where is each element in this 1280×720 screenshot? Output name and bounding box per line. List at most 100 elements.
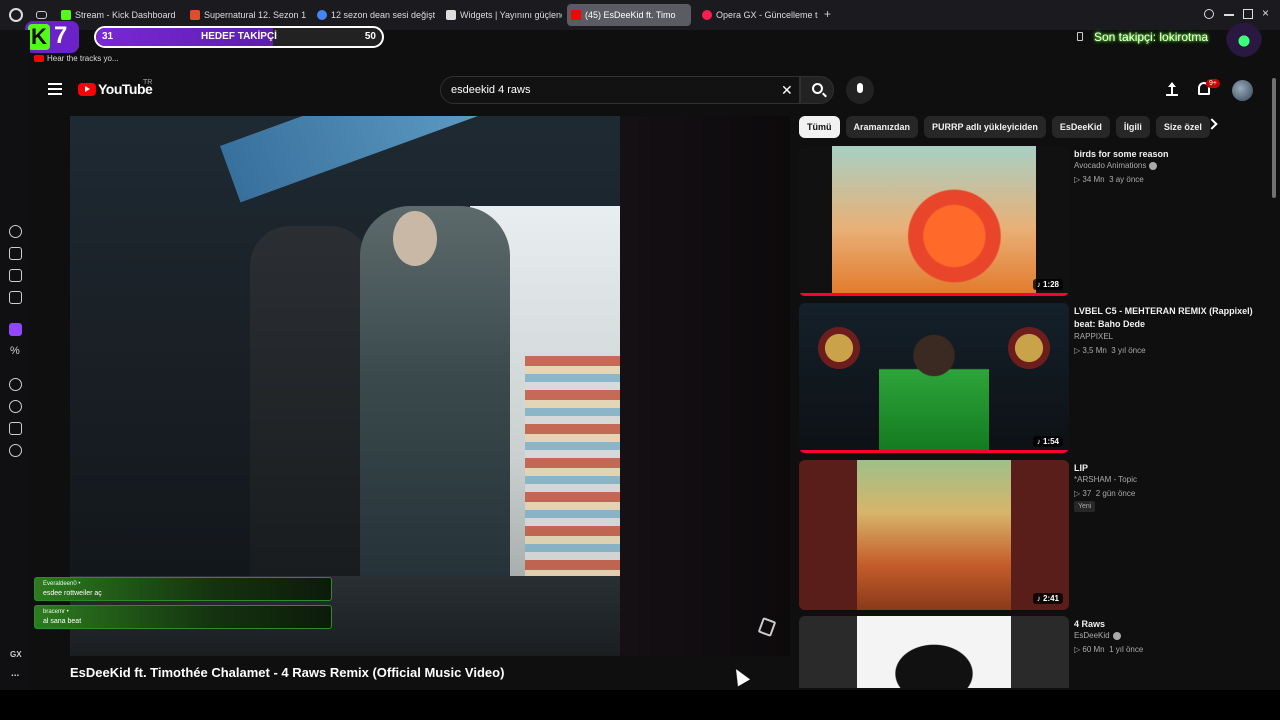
tab-supernatural[interactable]: Supernatural 12. Sezon 1. B xyxy=(186,4,306,26)
extensions-icon[interactable] xyxy=(9,422,22,435)
search-icon xyxy=(812,83,823,94)
search-tabs-icon[interactable] xyxy=(1204,9,1214,19)
messenger-icon[interactable] xyxy=(9,291,22,304)
clear-search-icon[interactable]: ✕ xyxy=(781,83,793,97)
youtube-favicon xyxy=(571,10,581,20)
chip-esdeekid[interactable]: EsDeeKid xyxy=(1051,116,1110,138)
shop-shelves-graphic xyxy=(525,356,620,606)
site-favicon xyxy=(190,10,200,20)
video-duration: ♪ 1:54 xyxy=(1032,436,1063,447)
hear-tracks-notice: Hear the tracks yo... xyxy=(34,54,119,63)
filter-chips: Tümü Aramanızdan PURRP adlı yükleyiciden… xyxy=(799,116,1229,138)
streamer-avatar xyxy=(1226,17,1262,57)
widgets-favicon xyxy=(446,10,456,20)
channel-name[interactable]: Avocado Animations xyxy=(1074,161,1158,170)
youtube-small-icon xyxy=(34,55,44,62)
mouse-cursor-icon xyxy=(729,665,751,687)
voice-search-button[interactable] xyxy=(846,76,874,104)
recommendation-title[interactable]: LVBEL C5 - MEHTERAN REMIX (Rappixel) bea… xyxy=(1074,305,1254,331)
thumbnail-art xyxy=(857,460,1011,610)
goal-max-count: 50 xyxy=(364,31,376,42)
goal-label: HEDEF TAKİPÇİ xyxy=(201,31,277,42)
chat-message: bracemr • al sana beat xyxy=(34,605,332,629)
tab-google-search[interactable]: 12 sezon dean sesi değişti xyxy=(313,4,435,26)
settings-icon[interactable] xyxy=(9,444,22,457)
chip-all[interactable]: Tümü xyxy=(799,116,840,138)
chat-text: esdee rottweiler aç xyxy=(43,590,102,597)
refresh-icon[interactable] xyxy=(9,225,22,238)
player-icon[interactable] xyxy=(9,378,22,391)
more-options-icon[interactable]: ... xyxy=(11,668,19,679)
tab-widgets[interactable]: Widgets | Yayınını güçlend xyxy=(442,4,562,26)
video-title: EsDeeKid ft. Timothée Chalamet - 4 Raws … xyxy=(70,665,505,680)
kick-logo: K 7 xyxy=(25,21,79,53)
percent-icon[interactable]: % xyxy=(10,345,20,357)
last-follower-text: Son takipçi: lokirotma xyxy=(1094,30,1209,44)
video-duration: ♪ 1:28 xyxy=(1032,279,1063,290)
channel-name[interactable]: *ARSHAM - Topic xyxy=(1074,475,1137,484)
video-thumbnail[interactable]: ♪ 2:41 xyxy=(799,460,1069,610)
youtube-logo[interactable]: YouTube xyxy=(78,81,153,97)
new-badge: Yeni xyxy=(1074,501,1096,512)
youtube-play-icon xyxy=(78,82,96,96)
chat-username: Everaldeen0 • xyxy=(43,581,81,587)
close-window-icon[interactable]: × xyxy=(1262,6,1269,20)
watch-progress-bar xyxy=(799,293,1069,296)
google-favicon xyxy=(317,10,327,20)
store-icon[interactable] xyxy=(9,247,22,260)
chip-related[interactable]: İlgili xyxy=(1115,116,1150,138)
recommendation-item[interactable]: ♪ 1:28 birds for some reason Avocado Ani… xyxy=(799,146,1269,296)
tab-opera-update[interactable]: Opera GX - Güncelleme ta xyxy=(698,4,818,26)
video-meta: ▷ 3,5 Mn 3 yıl önce xyxy=(1074,346,1146,355)
verified-icon xyxy=(1149,161,1158,170)
kick-k-icon: K xyxy=(28,24,50,50)
region-code: TR xyxy=(143,79,153,86)
search-button[interactable] xyxy=(800,76,834,104)
scrollbar-thumb[interactable] xyxy=(1272,78,1276,198)
gamepad-icon[interactable] xyxy=(36,11,47,19)
history-icon[interactable] xyxy=(9,400,22,413)
video-meta: ▷ 60 Mn 1 yıl önce xyxy=(1074,645,1144,654)
chip-for-you[interactable]: Size özel xyxy=(1155,116,1210,138)
pin-icon[interactable] xyxy=(1077,32,1083,41)
video-thumbnail[interactable]: ♪ 1:54 xyxy=(799,303,1069,453)
thumbnail-art xyxy=(879,323,989,453)
video-meta: ▷ 37 2 gün önce xyxy=(1074,489,1136,498)
recommendation-title[interactable]: birds for some reason xyxy=(1074,148,1254,161)
video-thumbnail[interactable]: ♪ 1:28 xyxy=(799,146,1069,296)
hamburger-menu-icon[interactable] xyxy=(48,83,62,95)
bottom-strip xyxy=(0,690,1280,720)
recommendation-item[interactable]: ♪ 2:41 LIP *ARSHAM - Topic ▷ 37 2 gün ön… xyxy=(799,460,1269,610)
chat-username: bracemr • xyxy=(43,609,69,615)
layers-icon[interactable] xyxy=(9,269,22,282)
video-player[interactable] xyxy=(70,116,790,656)
recommendation-title[interactable]: LIP xyxy=(1074,462,1254,475)
chip-uploader[interactable]: PURRP adlı yükleyiciden xyxy=(924,116,1046,138)
tab-youtube-active[interactable]: (45) EsDeeKid ft. Timo xyxy=(567,4,691,26)
channel-name[interactable]: EsDeeKid xyxy=(1074,631,1121,640)
browser-sidebar: % GX ... xyxy=(0,30,30,690)
new-tab-button[interactable]: + xyxy=(824,7,831,21)
chat-message: Everaldeen0 • esdee rottweiler aç xyxy=(34,577,332,601)
video-duration: ♪ 2:41 xyxy=(1032,593,1063,604)
account-avatar[interactable] xyxy=(1232,80,1253,101)
search-query[interactable]: esdeekid 4 raws xyxy=(451,84,531,96)
minimize-icon[interactable] xyxy=(1224,14,1234,16)
recommendation-item[interactable]: 4 Raws EsDeeKid ▷ 60 Mn 1 yıl önce xyxy=(799,616,1269,688)
page-scrollbar[interactable] xyxy=(1271,70,1277,690)
recommendation-item[interactable]: ♪ 1:54 LVBEL C5 - MEHTERAN REMIX (Rappix… xyxy=(799,303,1269,453)
thumbnail-art xyxy=(832,146,1036,296)
emblem-right-graphic xyxy=(999,313,1059,383)
chat-text: al sana beat xyxy=(43,618,82,625)
chip-from-search[interactable]: Aramanızdan xyxy=(845,116,919,138)
gx-label[interactable]: GX xyxy=(10,650,22,659)
video-thumbnail[interactable] xyxy=(799,616,1069,688)
twitch-icon[interactable] xyxy=(9,323,22,336)
opera-favicon xyxy=(702,10,712,20)
opera-menu-icon[interactable] xyxy=(9,8,23,22)
channel-name[interactable]: RAPPIXEL xyxy=(1074,332,1113,341)
upload-icon[interactable] xyxy=(1166,82,1178,96)
notification-badge: 9+ xyxy=(1206,79,1220,88)
recommendation-title[interactable]: 4 Raws xyxy=(1074,618,1254,631)
search-input[interactable]: esdeekid 4 raws ✕ xyxy=(440,76,800,104)
